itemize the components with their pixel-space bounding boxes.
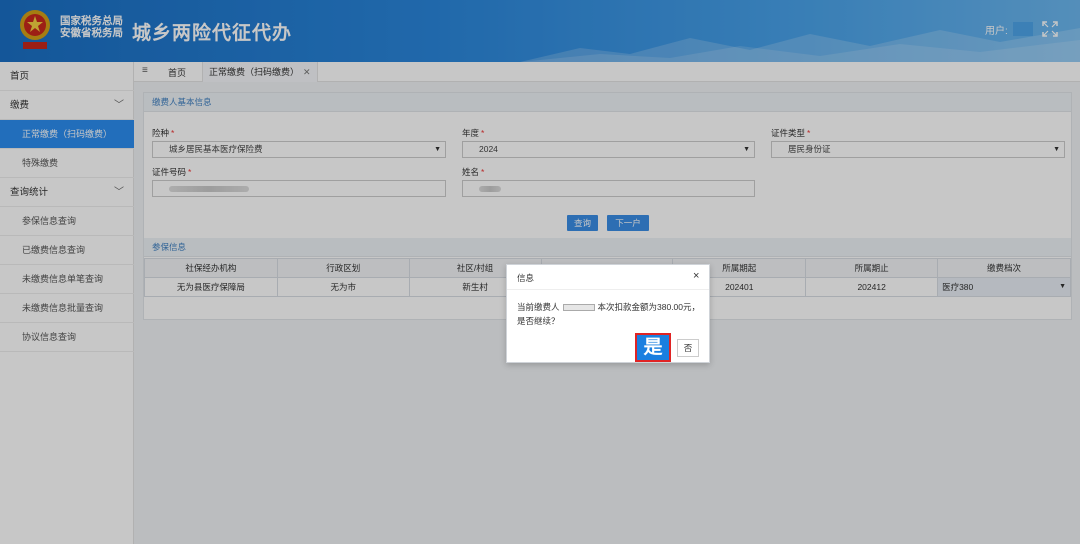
message-line-2: 是否继续？ <box>517 316 560 326</box>
close-icon[interactable]: × <box>693 270 699 282</box>
confirm-dialog: 信息 × 当前缴费人 本次扣款金额为380.00元， 是否继续？ 是 否 <box>506 264 710 363</box>
dialog-message: 当前缴费人 本次扣款金额为380.00元， 是否继续？ <box>517 300 700 328</box>
redacted-name <box>562 304 595 312</box>
divider <box>507 289 709 290</box>
message-prefix: 当前缴费人 <box>517 302 560 312</box>
yes-button[interactable]: 是 <box>635 333 671 362</box>
message-suffix: 本次扣款金额为380.00元， <box>597 302 701 312</box>
no-button[interactable]: 否 <box>677 339 699 357</box>
dialog-title: 信息 <box>517 273 535 283</box>
